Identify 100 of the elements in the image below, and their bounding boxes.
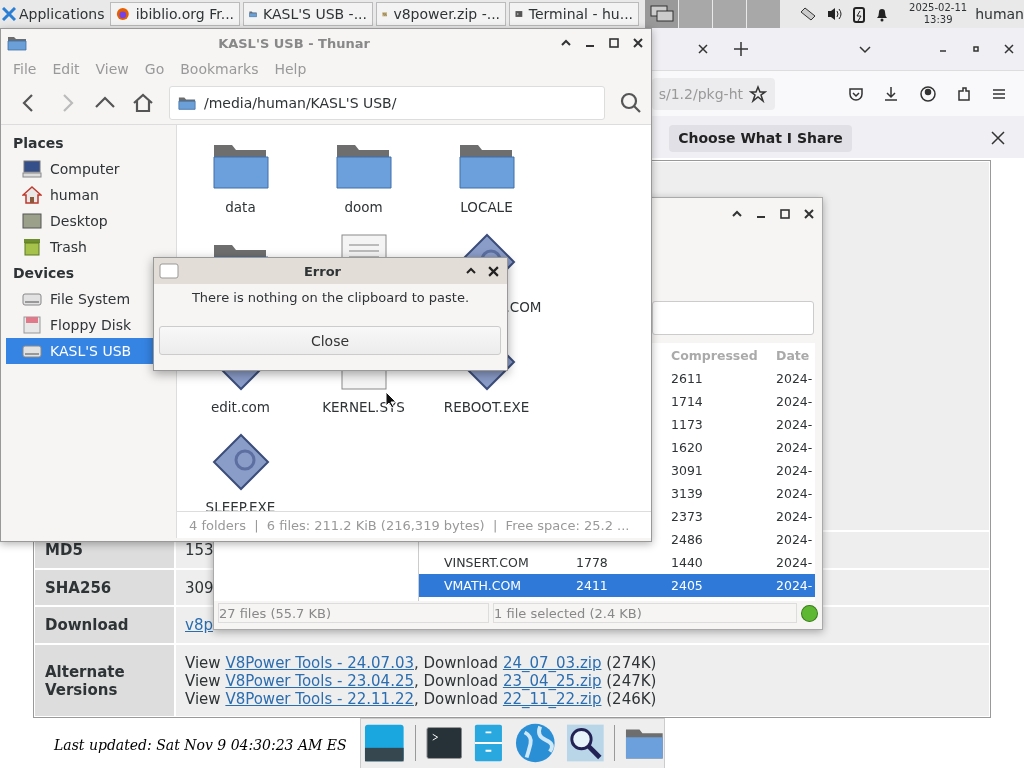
file-name[interactable]: LOCALE [431,199,542,215]
extensions-icon[interactable] [955,84,973,103]
zip-link[interactable]: 23_04_25.zip [502,671,602,690]
show-desktop-icon[interactable] [364,722,405,764]
file-row[interactable]: 1620 2024- [671,436,815,459]
sidebar-item[interactable]: Desktop [6,208,176,234]
file-name[interactable]: doom [308,199,419,215]
close-button[interactable] [633,38,643,48]
file-row[interactable]: 2486 2024- [671,528,815,551]
table-cell-text: 2024- [776,555,814,570]
download-icon[interactable] [882,84,900,103]
download-link[interactable]: v8p [185,616,213,634]
file-row[interactable]: 1173 2024- [671,413,815,436]
house-icon [22,186,42,204]
network-icon[interactable] [799,6,818,22]
table-cell-text: 2024- [776,532,814,547]
windows-icon [649,5,674,23]
table-cell-text: 2611 [671,371,704,386]
shade-button[interactable] [561,38,571,48]
table-cell-text: 2024- [776,417,814,432]
file-row[interactable]: 3139 2024- [671,482,815,505]
table-cell-text: 2024- [776,486,814,501]
new-tab-icon[interactable] [732,40,750,58]
volume-icon[interactable] [827,6,844,22]
close-button[interactable]: Close [159,326,501,355]
shade-button[interactable] [732,208,742,219]
taskbar-button[interactable]: KASL'S USB -... [243,2,374,26]
zip-link[interactable]: 22_11_22.zip [502,689,602,708]
table-cell-text: 3139 [671,486,704,501]
sidebar-item[interactable]: Computer [6,156,176,182]
taskbar-button[interactable]: ibiblio.org Fr... [110,2,241,26]
file-row[interactable]: 3091 2024- [671,459,815,482]
hash-value: 153 [185,541,214,559]
search-icon[interactable] [619,90,643,115]
shade-button[interactable] [466,265,476,276]
table-cell-text: 2411 [576,578,609,593]
globe-icon[interactable] [515,722,556,764]
table-cell-text: VMATH.COM [444,578,523,593]
file-row[interactable]: VINSERT.COM 1778 1440 2024- [419,551,815,574]
magnifier-icon[interactable] [565,723,605,763]
file-row[interactable]: 2373 2024- [671,505,815,528]
account-icon[interactable] [919,84,937,103]
taskbar-button[interactable]: v8power.zip -... [376,2,507,26]
terminal-icon[interactable] [425,724,463,762]
file-row[interactable]: 2611 2024- [671,367,815,390]
file-name[interactable]: KERNEL.SYS [308,399,419,415]
file-row[interactable]: 1714 2024- [671,390,815,413]
table-cell-text: 2486 [671,532,704,547]
file-name[interactable]: edit.com [185,399,296,415]
table-cell-text: 2024- [776,394,814,409]
choose-what-i-share-button[interactable]: Choose What I Share [669,124,852,152]
table-cell-text: 1620 [671,440,704,455]
trash-icon [22,238,42,256]
version-line: View V8Power Tools - 22.11.22, Download 22_11_22.zip (246K) [185,689,657,708]
version-link[interactable]: V8Power Tools - 24.07.03 [225,653,414,672]
hash-value: 309 [185,578,214,597]
notification-bell-icon[interactable] [875,6,890,22]
clock[interactable]: 2025-02-11 13:39 [909,2,968,26]
sidebar-heading: Places [13,134,64,153]
table-cell-text: 2024- [776,440,814,455]
row-label: SHA256 [35,570,174,605]
zip-link[interactable]: 24_07_03.zip [502,653,602,672]
close-icon[interactable] [989,129,1007,147]
version-link[interactable]: V8Power Tools - 22.11.22 [225,689,414,708]
table-cell-text: 2024- [776,463,814,478]
error-message: There is nothing on the clipboard to paste. [190,290,471,305]
table-cell-text: 2405 [671,578,704,593]
table-cell-text: 1714 [671,394,704,409]
user-menu[interactable]: human [975,6,1024,22]
star-icon[interactable] [749,84,767,103]
path-field[interactable]: /media/human/KASL'S USB/ [169,85,605,120]
row-label: Alternate Versions [35,645,174,716]
file-row[interactable]: VMATH.COM 2411 2405 2024- [419,574,815,597]
taskbar-button[interactable]: Terminal - hu... [509,2,640,26]
file-name[interactable]: REBOOT.EXE [431,399,542,415]
location-field[interactable] [652,301,814,335]
workspace-switcher[interactable] [645,0,782,28]
table-cell-text: 2373 [671,509,704,524]
sidebar-item[interactable]: human [6,182,176,208]
applications-menu[interactable]: Applications [2,1,108,27]
sidebar-heading: Devices [13,264,75,283]
close-button[interactable] [488,265,499,277]
maximize-button[interactable] [609,38,619,48]
maximize-button[interactable] [780,208,790,219]
table-cell-text: 2024- [776,371,814,386]
table-cell-text: 3091 [671,463,704,478]
desktop-icon [22,212,42,230]
version-line: View V8Power Tools - 24.07.03, Download 24_07_03.zip (274K) [185,653,657,672]
table-cell-text: VINSERT.COM [444,555,530,570]
table-cell-text: 2024- [776,578,814,593]
dialog-title: Error [302,263,342,279]
status-text: 4 folders | 6 files: 211.2 KiB (216,319 bytes) | Free space: 25.2 ... [177,511,651,538]
browser-icon [116,6,130,22]
sidebar-item[interactable]: Trash [6,234,176,260]
close-button[interactable] [804,208,814,219]
battery-icon[interactable] [853,5,866,23]
status-text: 1 file selected (2.4 KB) [493,603,798,623]
status-text: 27 files (55.7 KB) [218,603,490,623]
file-name[interactable]: data [185,199,296,215]
version-link[interactable]: V8Power Tools - 23.04.25 [225,671,414,690]
